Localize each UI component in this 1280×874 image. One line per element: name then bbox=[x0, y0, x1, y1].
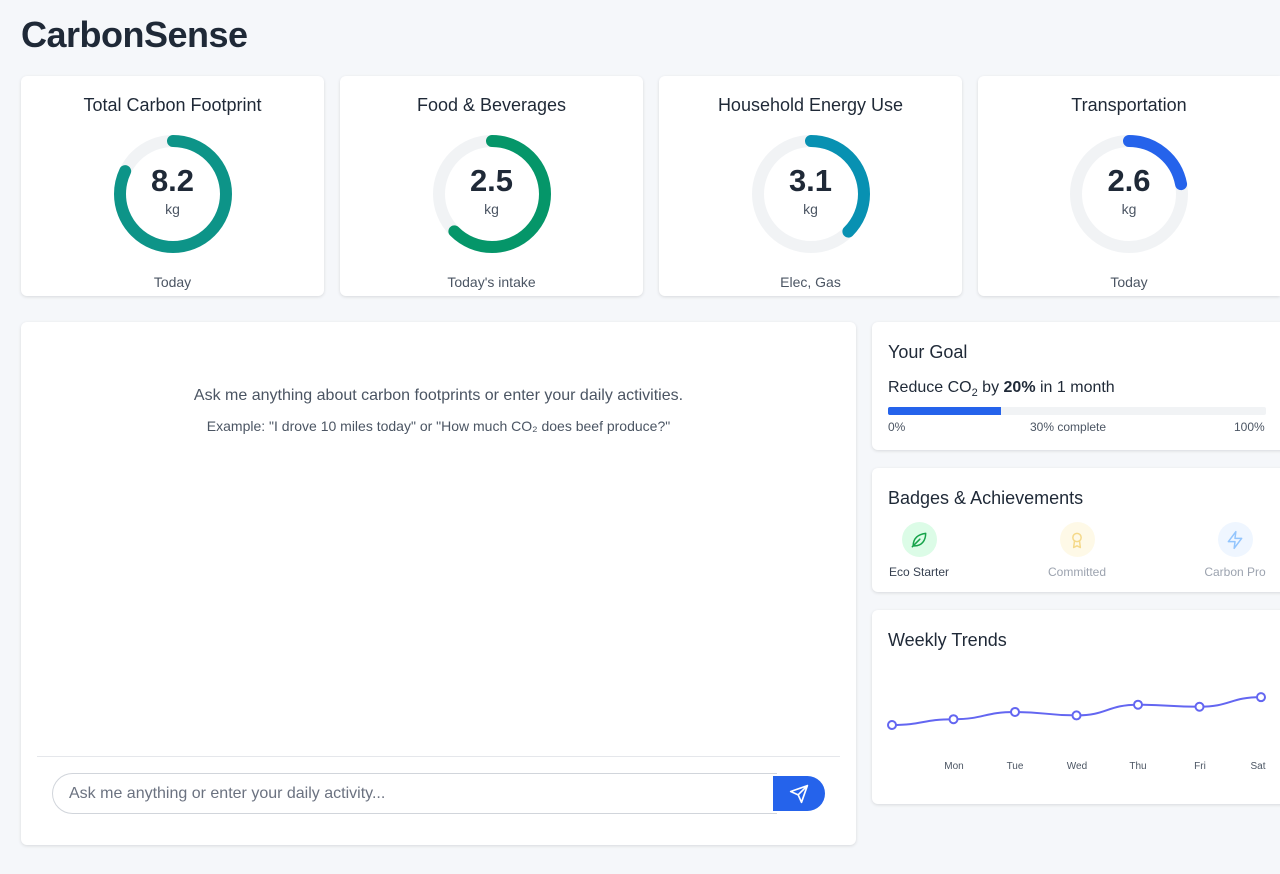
chat-intro-text: Ask me anything about carbon footprints … bbox=[193, 387, 684, 404]
weekly-trends-card: Weekly Trends Mon Tue Wed Thu Fri Sat bbox=[872, 610, 1280, 804]
trend-point bbox=[1133, 699, 1143, 710]
stat-title: Transportation bbox=[1071, 95, 1187, 115]
trend-x-label: Sat bbox=[1250, 761, 1266, 772]
gauge: 8.2 kg bbox=[110, 131, 236, 257]
stat-card-energy: Household Energy Use 3.1 kg Elec, Gas bbox=[659, 76, 962, 296]
app-title: CarbonSense bbox=[21, 14, 248, 55]
lightning-icon bbox=[1227, 530, 1243, 549]
chat-panel: Ask me anything about carbon footprints … bbox=[21, 322, 856, 845]
trend-point bbox=[1071, 710, 1082, 721]
badge-icon-wrap bbox=[901, 522, 937, 557]
trend-point bbox=[887, 720, 897, 730]
stat-subtitle: Today bbox=[1110, 274, 1148, 290]
gauge-unit: kg bbox=[165, 201, 180, 217]
badge-label: Carbon Pro bbox=[1204, 565, 1266, 579]
goal-progress-bar bbox=[888, 407, 1266, 415]
gauge-value: 8.2 bbox=[150, 163, 195, 198]
goal-card: Your Goal Reduce CO2 by 20% in 1 month 0… bbox=[872, 322, 1280, 450]
badge-icon-wrap bbox=[1217, 522, 1253, 557]
stat-title: Total Carbon Footprint bbox=[83, 95, 262, 115]
send-button[interactable] bbox=[773, 776, 825, 811]
badge-icon-wrap bbox=[1059, 522, 1095, 557]
chat-example-text: Example: "I drove 10 miles today" or "Ho… bbox=[206, 418, 671, 434]
goal-text-suffix: in 1 month bbox=[1035, 379, 1115, 396]
badge-carbon-pro[interactable]: Carbon Pro bbox=[1190, 522, 1280, 579]
stat-subtitle: Elec, Gas bbox=[780, 274, 841, 290]
badge-label: Eco Starter bbox=[888, 565, 950, 579]
progress-label-start: 0% bbox=[888, 420, 906, 434]
trends-chart bbox=[887, 692, 1266, 730]
stat-card-transportation: Transportation 2.6 kg Today bbox=[978, 76, 1280, 296]
gauge-value: 2.5 bbox=[469, 163, 514, 198]
badges-card: Badges & Achievements Eco Starter Commit… bbox=[872, 468, 1280, 592]
badge-eco-starter[interactable]: Eco Starter bbox=[874, 522, 964, 579]
progress-label-end: 100% bbox=[1234, 420, 1265, 434]
trend-point bbox=[1194, 701, 1205, 712]
gauge: 3.1 kg bbox=[748, 131, 874, 257]
trend-x-label: Thu bbox=[1129, 761, 1147, 772]
send-icon bbox=[789, 784, 809, 803]
goal-text-mid: by bbox=[977, 379, 1004, 396]
progress-label-mid: 30% complete bbox=[1030, 420, 1107, 434]
gauge: 2.6 kg bbox=[1066, 131, 1192, 257]
gauge-unit: kg bbox=[803, 201, 818, 217]
stat-card-total: Total Carbon Footprint 8.2 kg Today bbox=[21, 76, 324, 296]
gauge-unit: kg bbox=[1121, 201, 1137, 217]
trend-x-label: Wed bbox=[1066, 761, 1088, 772]
trend-x-label: Tue bbox=[1006, 761, 1024, 772]
gauge-value: 3.1 bbox=[788, 163, 833, 198]
goal-text: Reduce CO2 by 20% in 1 month bbox=[888, 379, 1115, 399]
leaf-icon bbox=[911, 532, 927, 547]
goal-progress-fill bbox=[888, 407, 1002, 415]
stat-card-food: Food & Beverages 2.5 kg Today's intake bbox=[340, 76, 643, 296]
stat-title: Food & Beverages bbox=[416, 95, 567, 115]
stat-subtitle: Today's intake bbox=[447, 274, 536, 290]
chat-input[interactable] bbox=[52, 773, 777, 814]
goal-text-prefix: Reduce CO bbox=[888, 379, 972, 396]
badge-label: Committed bbox=[1047, 565, 1106, 579]
badge-committed[interactable]: Committed bbox=[1032, 522, 1122, 579]
goal-title: Your Goal bbox=[888, 342, 968, 362]
badges-title: Badges & Achievements bbox=[888, 488, 1084, 508]
trend-point bbox=[1010, 706, 1020, 717]
gauge-value: 2.6 bbox=[1107, 163, 1151, 198]
trend-point bbox=[948, 714, 959, 725]
gauge-unit: kg bbox=[484, 201, 499, 217]
gauge: 2.5 kg bbox=[429, 131, 555, 257]
trend-x-label: Fri bbox=[1194, 761, 1206, 772]
trend-point bbox=[1256, 692, 1266, 703]
award-icon bbox=[1072, 532, 1082, 548]
stat-subtitle: Today bbox=[153, 274, 192, 290]
stat-title: Household Energy Use bbox=[717, 95, 904, 115]
goal-text-percent: 20% bbox=[1003, 379, 1036, 396]
trend-x-label: Mon bbox=[944, 761, 964, 772]
chat-divider bbox=[37, 756, 840, 757]
